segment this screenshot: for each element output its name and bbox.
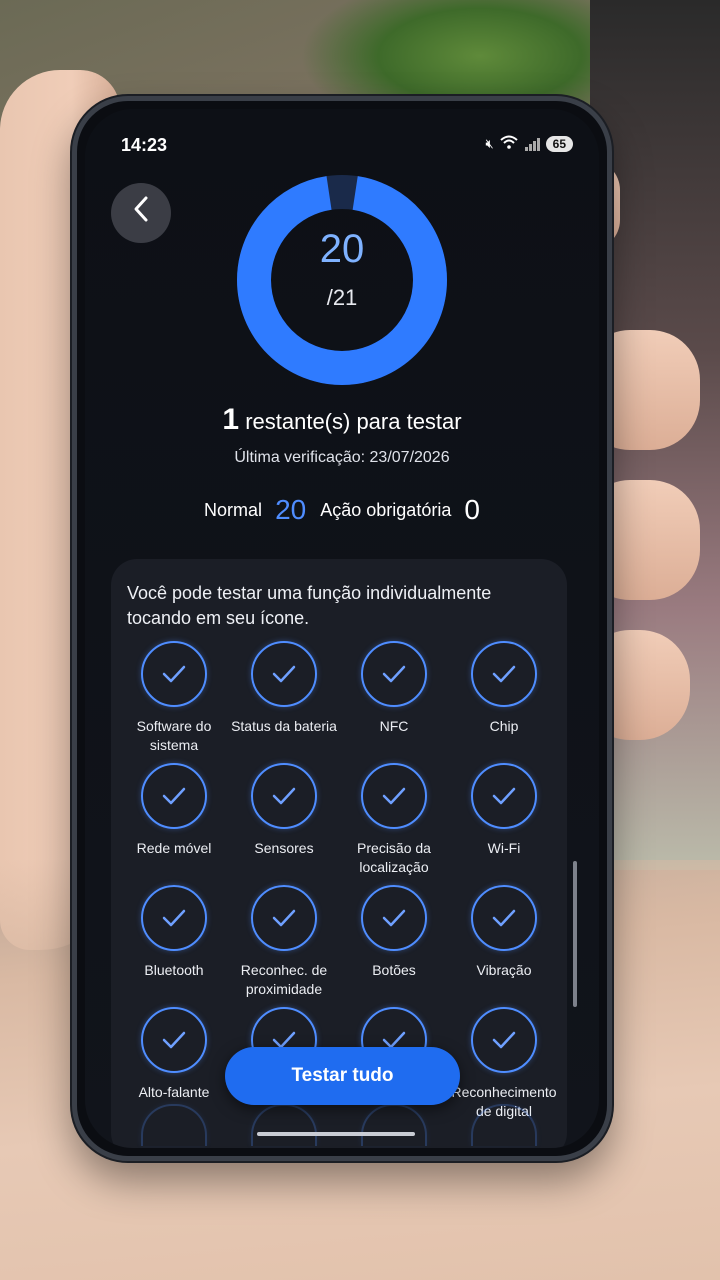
check-circle-icon bbox=[141, 885, 207, 951]
check-circle-icon bbox=[471, 763, 537, 829]
partial-row bbox=[119, 1104, 559, 1146]
test-item[interactable]: Vibração bbox=[449, 885, 559, 1003]
test-item-label: Alto-falante bbox=[138, 1084, 210, 1100]
signal-icon bbox=[524, 136, 540, 151]
check-circle-icon bbox=[251, 885, 317, 951]
test-item-label: Sensores bbox=[254, 840, 314, 856]
check-circle-icon bbox=[251, 763, 317, 829]
test-item[interactable]: Botões bbox=[339, 885, 449, 1003]
check-circle-icon bbox=[471, 885, 537, 951]
test-item[interactable]: Status da bateria bbox=[229, 641, 339, 759]
test-item-label: Botões bbox=[372, 962, 416, 978]
check-circle-icon bbox=[361, 1104, 427, 1146]
test-item-label: Software do sistema bbox=[136, 718, 212, 753]
test-item-label: Bluetooth bbox=[144, 962, 204, 978]
normal-count: 20 bbox=[275, 494, 307, 525]
panel-description: Você pode testar uma função individualme… bbox=[127, 583, 492, 628]
test-item-label: Precisão da localização bbox=[357, 840, 431, 875]
test-item[interactable]: Wi-Fi bbox=[449, 763, 559, 881]
last-check: Última verificação: 23/07/2026 bbox=[234, 449, 450, 466]
test-item[interactable]: Chip bbox=[449, 641, 559, 759]
wifi-icon bbox=[499, 135, 518, 152]
check-circle-icon bbox=[141, 641, 207, 707]
result-counts: Normal 20 Ação obrigatória 0 bbox=[85, 494, 599, 526]
check-circle-icon bbox=[141, 1104, 207, 1146]
check-circle-icon bbox=[361, 885, 427, 951]
check-circle-icon bbox=[471, 641, 537, 707]
test-item[interactable]: NFC bbox=[339, 641, 449, 759]
home-indicator[interactable] bbox=[257, 1132, 415, 1136]
remaining-text: restante(s) para testar bbox=[245, 409, 462, 434]
test-item[interactable]: Sensores bbox=[229, 763, 339, 881]
check-circle-icon bbox=[251, 641, 317, 707]
test-item[interactable]: Precisão da localização bbox=[339, 763, 449, 881]
remaining-count: 1 bbox=[222, 403, 240, 436]
test-item-label: Wi-Fi bbox=[487, 840, 521, 856]
check-circle-icon bbox=[251, 1104, 317, 1146]
test-item[interactable]: Bluetooth bbox=[119, 885, 229, 1003]
phone: 14:23 🔇︎ 65 20 /21 1 restante(s) para te… bbox=[72, 96, 612, 1161]
check-circle-icon bbox=[361, 641, 427, 707]
test-item[interactable]: Software do sistema bbox=[119, 641, 229, 759]
check-circle-icon bbox=[141, 763, 207, 829]
test-item-label: Vibração bbox=[476, 962, 532, 978]
action-count: 0 bbox=[464, 494, 480, 525]
test-all-button[interactable]: Testar tudo bbox=[225, 1047, 460, 1105]
back-button[interactable] bbox=[111, 183, 171, 243]
status-icons: 🔇︎ 65 bbox=[485, 135, 573, 152]
action-label: Ação obrigatória bbox=[320, 500, 452, 520]
test-item-label: Chip bbox=[489, 718, 519, 734]
test-item[interactable]: Reconhec. de proximidade bbox=[229, 885, 339, 1003]
test-item-label: Reconhec. de proximidade bbox=[240, 962, 328, 997]
normal-label: Normal bbox=[204, 500, 263, 520]
test-item-label: Rede móvel bbox=[136, 840, 212, 856]
status-time: 14:23 bbox=[121, 135, 168, 155]
scrollbar[interactable] bbox=[573, 861, 577, 1007]
remaining-summary: 1 restante(s) para testar bbox=[85, 403, 599, 437]
check-circle-icon bbox=[471, 1104, 537, 1146]
progress-ring: 20 /21 bbox=[235, 173, 449, 387]
chevron-left-icon bbox=[131, 195, 151, 231]
mute-icon: 🔇︎ bbox=[485, 135, 494, 151]
test-item-label: Status da bateria bbox=[231, 718, 337, 734]
screen: 14:23 🔇︎ 65 20 /21 1 restante(s) para te… bbox=[85, 109, 599, 1148]
check-circle-icon bbox=[141, 1007, 207, 1073]
test-item-label: NFC bbox=[379, 718, 409, 734]
progress-total: /21 bbox=[326, 285, 358, 310]
progress-arc bbox=[237, 175, 447, 385]
check-circle-icon bbox=[471, 1007, 537, 1073]
battery-badge: 65 bbox=[545, 135, 573, 152]
test-item[interactable]: Rede móvel bbox=[119, 763, 229, 881]
check-circle-icon bbox=[361, 763, 427, 829]
progress-completed: 20 bbox=[319, 227, 365, 271]
status-bar: 14:23 🔇︎ 65 bbox=[115, 133, 573, 163]
